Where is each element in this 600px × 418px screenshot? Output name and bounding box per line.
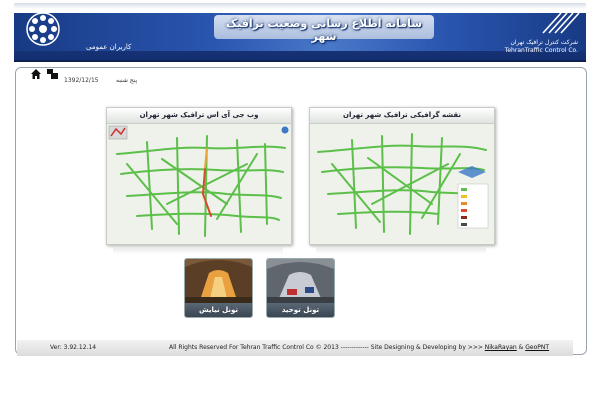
geopnt-link[interactable]: GeoPNT bbox=[525, 344, 549, 351]
graphic-map-image bbox=[310, 124, 494, 244]
copyright-statement: All Rights Reserved For Tehran Traffic C… bbox=[169, 344, 485, 351]
web-gis-map-panel[interactable]: وب جی آی اس ترافیک شهر تهران bbox=[106, 107, 292, 254]
page-title: سامانه اطلاع رسانی وضعیت ترافیک شهر bbox=[225, 17, 423, 43]
ampersand: & bbox=[516, 344, 526, 351]
home-icon[interactable] bbox=[30, 68, 42, 80]
web-gis-map-image bbox=[107, 124, 291, 244]
tunnel-tohid-image bbox=[267, 259, 334, 303]
tunnel-tohid-label: تونل توحید bbox=[267, 303, 334, 317]
tunnel-niayesh-label: تونل نیایش bbox=[185, 303, 252, 317]
tunnel-niayesh-image bbox=[185, 259, 252, 303]
company-logo-icon bbox=[542, 12, 580, 34]
tunnel-niayesh-button[interactable]: تونل نیایش bbox=[184, 258, 253, 318]
graphic-map-panel[interactable]: نقشه گرافیکی ترافیک شهر تهران bbox=[309, 107, 495, 254]
company-name-en: TehranTraffic Control Co. bbox=[504, 47, 578, 54]
web-gis-map-title: وب جی آی اس ترافیک شهر تهران bbox=[107, 108, 291, 124]
company-name-fa: شرکت کنترل ترافیک تهران bbox=[510, 39, 578, 46]
copyright-text: All Rights Reserved For Tehran Traffic C… bbox=[169, 344, 549, 351]
map-legend bbox=[457, 183, 489, 229]
date-value: 1392/12/15 bbox=[64, 77, 99, 84]
tunnel-tohid-button[interactable]: تونل توحید bbox=[266, 258, 335, 318]
site-footer: Ver: 3.92.12.14 All Rights Reserved For … bbox=[17, 340, 573, 356]
tehran-emblem-icon bbox=[26, 12, 60, 46]
nikarayan-link[interactable]: NikaRayan bbox=[485, 344, 517, 351]
panel-reflection bbox=[113, 247, 283, 254]
date-day: پنج شنبه bbox=[116, 77, 138, 84]
site-header: سامانه اطلاع رسانی وضعیت ترافیک شهر کارب… bbox=[14, 3, 586, 62]
version-text: Ver: 3.92.12.14 bbox=[50, 344, 97, 351]
graphic-map-title: نقشه گرافیکی ترافیک شهر تهران bbox=[310, 108, 494, 124]
windows-icon[interactable] bbox=[47, 69, 58, 79]
public-users-link[interactable]: کاربران عمومی bbox=[86, 43, 131, 51]
panel-reflection bbox=[316, 247, 486, 254]
